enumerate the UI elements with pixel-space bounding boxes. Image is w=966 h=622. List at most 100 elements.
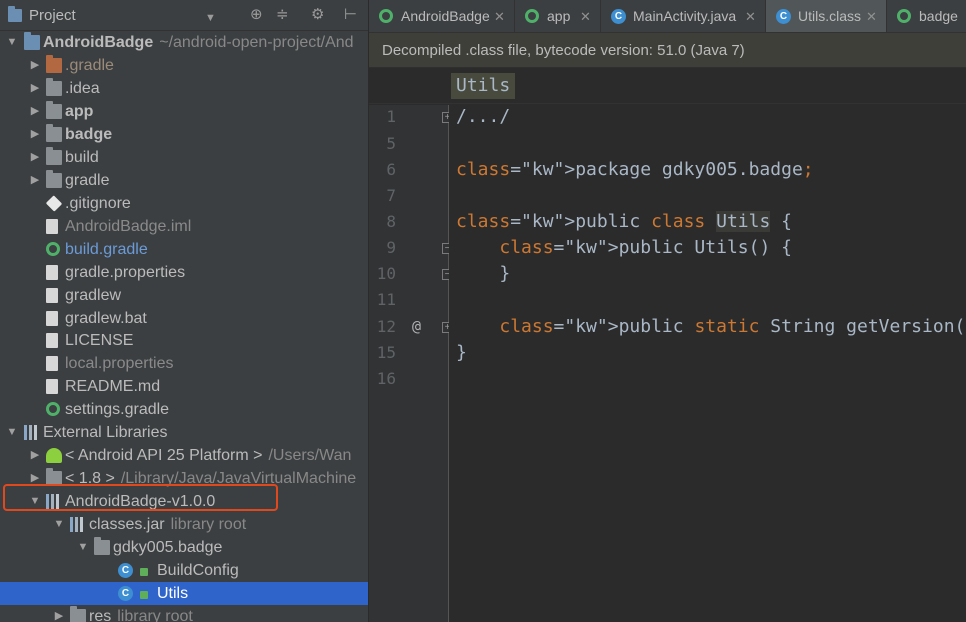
tree-item-path: /Users/Wan xyxy=(268,447,352,464)
android-icon xyxy=(46,448,62,463)
tree-item-label: build.gradle xyxy=(65,241,148,258)
tree-item-settings-gradle[interactable]: settings.gradle xyxy=(0,398,368,421)
collapsed-arrow-icon[interactable]: ▶ xyxy=(28,467,42,490)
tree-item-path: library root xyxy=(170,516,247,533)
scroll-from-source-icon[interactable]: ⊕ xyxy=(250,6,263,24)
tree-item-1-8[interactable]: ▶ < 1.8 >/Library/Java/JavaVirtualMachine xyxy=(0,467,368,490)
code-line[interactable]: class="kw">package gdky005.badge; xyxy=(456,159,814,180)
git-icon xyxy=(45,195,63,212)
tree-item-gradlew[interactable]: gradlew xyxy=(0,284,368,307)
hide-panel-icon[interactable]: ⊢ xyxy=(344,6,357,24)
collapsed-arrow-icon[interactable]: ▶ xyxy=(52,605,66,622)
close-tab-icon[interactable]: ✕ xyxy=(866,0,877,32)
code-editor[interactable]: /.../ class="kw">package gdky005.badge; cl… xyxy=(449,105,966,622)
tab-badge[interactable]: badge xyxy=(887,0,966,32)
tree-item-gradle-properties[interactable]: gradle.properties xyxy=(0,261,368,284)
tree-item-label: gradlew xyxy=(65,287,122,304)
tree-item-label: gdky005.badge xyxy=(113,539,223,556)
expanded-arrow-icon[interactable]: ▼ xyxy=(52,513,66,536)
tree-item-readme-md[interactable]: README.md xyxy=(0,375,368,398)
tree-item-label: .gradle xyxy=(65,57,114,74)
class-icon: C xyxy=(118,586,133,601)
collapsed-arrow-icon[interactable]: ▶ xyxy=(28,123,42,146)
line-number: 9 xyxy=(386,238,396,257)
tree-item-gdky005-badge[interactable]: ▼ gdky005.badge xyxy=(0,536,368,559)
properties-file-icon xyxy=(46,265,58,280)
tree-item-gradlew-bat[interactable]: gradlew.bat xyxy=(0,307,368,330)
expanded-arrow-icon[interactable]: ▼ xyxy=(76,536,90,559)
breadcrumb-item-utils[interactable]: Utils xyxy=(451,73,516,99)
tree-item-label: README.md xyxy=(65,378,161,395)
tree-item-androidbadge-iml[interactable]: AndroidBadge.iml xyxy=(0,215,368,238)
tree-item-buildconfig[interactable]: C BuildConfig xyxy=(0,559,368,582)
tree-item-android-api-25-platform[interactable]: ▶ < Android API 25 Platform >/Users/Wan xyxy=(0,444,368,467)
jdk-folder-icon xyxy=(46,468,62,486)
project-view-title[interactable]: Project xyxy=(29,7,76,24)
project-icon xyxy=(24,32,40,50)
tree-item-label: res library root xyxy=(89,605,193,622)
tab-app[interactable]: app ✕ xyxy=(515,0,601,32)
tree-item-idea[interactable]: ▶ .idea xyxy=(0,77,368,100)
tab-utils-class[interactable]: C Utils.class ✕ xyxy=(766,0,887,32)
expanded-arrow-icon[interactable]: ▼ xyxy=(5,421,19,444)
tree-item-label: AndroidBadge ~/android-open-project/And xyxy=(43,34,354,51)
expanded-arrow-icon[interactable]: ▼ xyxy=(5,31,19,54)
tree-item-license[interactable]: LICENSE xyxy=(0,329,368,352)
code-line[interactable]: class="kw">public static String getVersi… xyxy=(456,316,966,337)
collapsed-arrow-icon[interactable]: ▶ xyxy=(28,169,42,192)
tree-item-path: library root xyxy=(117,608,193,622)
collapsed-arrow-icon[interactable]: ▶ xyxy=(28,100,42,123)
tab-mainactivity-java[interactable]: C MainActivity.java ✕ xyxy=(601,0,766,32)
editor-gutter[interactable]: 1 5 6 7 8 9 10 11 12 15 16 @ + − − + xyxy=(369,105,453,622)
settings-gear-icon[interactable]: ⚙ xyxy=(311,6,324,24)
tree-item-classes-jar[interactable]: ▼ classes.jar library root xyxy=(0,513,368,536)
override-marker-icon[interactable]: @ xyxy=(412,317,421,335)
code-line[interactable]: class="kw">public class Utils { xyxy=(456,211,792,232)
tree-item-external-libraries[interactable]: ▼ External Libraries xyxy=(0,421,368,444)
close-tab-icon[interactable]: ✕ xyxy=(745,0,756,32)
class-icon: C xyxy=(776,9,791,24)
code-line[interactable]: /.../ xyxy=(456,106,510,127)
collapsed-arrow-icon[interactable]: ▶ xyxy=(28,146,42,169)
tree-item-label: classes.jar library root xyxy=(89,516,247,533)
tab-androidbadge[interactable]: AndroidBadge ✕ xyxy=(369,0,515,32)
module-folder-icon xyxy=(46,124,62,142)
tree-item-androidbadge[interactable]: ▼ AndroidBadge ~/android-open-project/And xyxy=(0,31,368,54)
tab-label: MainActivity.java xyxy=(633,8,737,24)
lock-icon xyxy=(140,568,148,576)
tree-item-androidbadge-v1-0-0[interactable]: ▼ AndroidBadge-v1.0.0 xyxy=(0,490,368,513)
tree-item-utils[interactable]: C Utils xyxy=(0,582,368,605)
tree-item-label: badge xyxy=(65,126,113,143)
tree-item-local-properties[interactable]: local.properties xyxy=(0,352,368,375)
folder-icon xyxy=(46,170,62,188)
view-dropdown-icon[interactable]: ▼ xyxy=(205,9,216,27)
tree-item-label: gradle xyxy=(65,172,110,189)
close-tab-icon[interactable]: ✕ xyxy=(494,0,505,32)
collapsed-arrow-icon[interactable]: ▶ xyxy=(28,54,42,77)
code-line[interactable]: class="kw">public Utils() { xyxy=(456,237,792,258)
tree-item-gitignore[interactable]: .gitignore xyxy=(0,192,368,215)
folder-icon-orange xyxy=(46,55,62,73)
tree-item-gradle[interactable]: ▶ gradle xyxy=(0,169,368,192)
tree-item-label: gradle.properties xyxy=(65,264,186,281)
code-line[interactable]: } xyxy=(456,342,467,363)
tree-item-build[interactable]: ▶ build xyxy=(0,146,368,169)
tree-item-label: AndroidBadge-v1.0.0 xyxy=(65,493,216,510)
properties-file-icon xyxy=(46,356,58,371)
tree-item-res[interactable]: ▶ res library root xyxy=(0,605,368,622)
expanded-arrow-icon[interactable]: ▼ xyxy=(28,490,42,513)
collapsed-arrow-icon[interactable]: ▶ xyxy=(28,77,42,100)
code-line[interactable]: } xyxy=(456,263,510,284)
banner-text: Decompiled .class file, bytecode version… xyxy=(382,42,745,59)
tree-item-gradle[interactable]: ▶ .gradle xyxy=(0,54,368,77)
collapsed-arrow-icon[interactable]: ▶ xyxy=(28,444,42,467)
library-icon xyxy=(46,494,62,509)
bat-file-icon xyxy=(46,311,58,326)
collapse-all-icon[interactable]: ≑ xyxy=(276,6,289,24)
res-folder-icon xyxy=(70,606,86,622)
tree-item-build-gradle[interactable]: build.gradle xyxy=(0,238,368,261)
tree-item-app[interactable]: ▶ app xyxy=(0,100,368,123)
folder-icon xyxy=(46,78,62,96)
close-tab-icon[interactable]: ✕ xyxy=(580,0,591,32)
tree-item-badge[interactable]: ▶ badge xyxy=(0,123,368,146)
